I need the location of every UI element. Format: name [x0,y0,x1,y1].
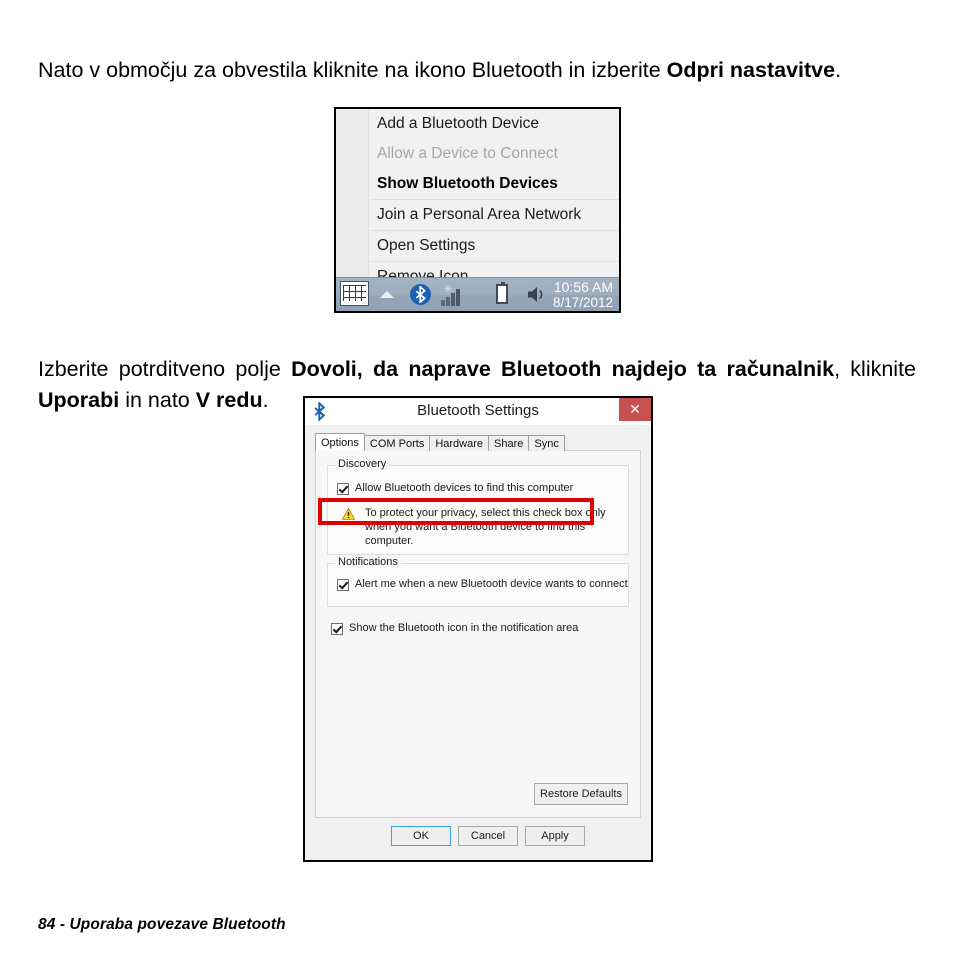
clock-date: 8/17/2012 [552,295,613,310]
dialog-title: Bluetooth Settings [417,402,539,419]
emphasis-text: V redu [195,387,263,412]
dialog-body: Options COM Ports Hardware Share Sync Di… [305,425,651,860]
notifications-groupbox: Notifications Alert me when a new Blueto… [327,556,629,607]
context-menu-group: Open Settings [370,231,619,262]
chevron-up-icon[interactable] [380,291,394,298]
emphasis-text: Uporabi [38,387,120,412]
bluetooth-icon[interactable] [410,284,431,305]
context-menu-items: Add a Bluetooth Device Allow a Device to… [370,109,619,285]
tab-hardware[interactable]: Hardware [429,435,490,451]
apply-button[interactable]: Apply [525,826,585,846]
tab-sync[interactable]: Sync [528,435,565,451]
tray-context-menu-figure: Add a Bluetooth Device Allow a Device to… [334,107,621,313]
menu-item-open-settings[interactable]: Open Settings [370,231,619,261]
privacy-warning: To protect your privacy, select this che… [341,506,616,548]
notifications-group-label: Notifications [335,556,401,568]
checkbox-icon[interactable] [331,623,343,635]
discovery-group-label: Discovery [335,458,390,470]
taskbar-notification-area: ✳ 10:56 AM 8/17/2012 [336,277,619,311]
bluetooth-settings-dialog: Bluetooth Settings ✕ Options COM Ports H… [303,396,653,862]
page-footer: 84 - Uporaba povezave Bluetooth [38,916,286,933]
body-text: . [262,387,269,412]
emphasis-text: Odpri nastavitve [666,57,836,82]
context-menu: Add a Bluetooth Device Allow a Device to… [336,109,619,285]
volume-icon[interactable] [526,285,548,304]
menu-item-allow-device-to-connect: Allow a Device to Connect [377,145,558,162]
network-signal-icon[interactable]: ✳ [441,283,464,306]
tab-options[interactable]: Options [315,433,365,451]
tab-share[interactable]: Share [488,435,530,451]
checkbox-icon[interactable] [337,483,349,495]
alert-me-checkbox-row[interactable]: Alert me when a new Bluetooth device wan… [337,578,628,591]
body-text: in nato [119,387,196,412]
menu-item-show-bluetooth-devices[interactable]: Show Bluetooth Devices [370,169,619,199]
show-tray-icon-checkbox-row[interactable]: Show the Bluetooth icon in the notificat… [331,622,578,635]
show-tray-icon-checkbox-label: Show the Bluetooth icon in the notificat… [349,622,579,634]
emphasis-text: Dovoli, da naprave Bluetooth najdejo ta … [291,356,835,381]
taskbar-clock[interactable]: 10:56 AM 8/17/2012 [553,279,613,311]
cancel-button[interactable]: Cancel [458,826,518,846]
discovery-groupbox: Discovery Allow Bluetooth devices to fin… [327,458,629,555]
allow-find-checkbox-row[interactable]: Allow Bluetooth devices to find this com… [337,482,573,495]
body-text: . [835,57,842,82]
battery-icon[interactable] [496,282,508,304]
tab-com-ports[interactable]: COM Ports [363,435,431,451]
menu-item-add-bluetooth-device[interactable]: Add a Bluetooth Device [370,109,619,139]
context-menu-group: Join a Personal Area Network [370,200,619,231]
dialog-tabs: Options COM Ports Hardware Share Sync [315,433,565,451]
body-text: Izberite potrditveno polje [38,356,292,381]
keyboard-icon[interactable] [340,281,369,306]
body-text: Nato v območju za obvestila kliknite na … [38,57,667,82]
allow-find-checkbox-label: Allow Bluetooth devices to find this com… [355,482,574,494]
body-text: , kliknite [834,356,917,381]
ok-button[interactable]: OK [391,826,451,846]
checkbox-icon[interactable] [337,579,349,591]
clock-time: 10:56 AM [553,279,613,295]
context-menu-group: Add a Bluetooth Device Allow a Device to… [370,109,619,200]
warning-triangle-icon [341,507,356,525]
dialog-footer: OK Cancel Apply [305,818,651,860]
context-menu-gutter [336,109,369,277]
close-icon[interactable]: ✕ [619,398,651,421]
privacy-warning-text: To protect your privacy, select this che… [365,507,606,547]
dialog-titlebar: Bluetooth Settings ✕ [305,398,651,426]
options-tab-panel: Discovery Allow Bluetooth devices to fin… [315,450,641,818]
instruction-paragraph-1: Nato v območju za obvestila kliknite na … [38,55,916,86]
alert-me-checkbox-label: Alert me when a new Bluetooth device wan… [355,578,628,590]
menu-item-join-personal-area-network[interactable]: Join a Personal Area Network [370,200,619,230]
restore-defaults-button[interactable]: Restore Defaults [534,783,628,805]
